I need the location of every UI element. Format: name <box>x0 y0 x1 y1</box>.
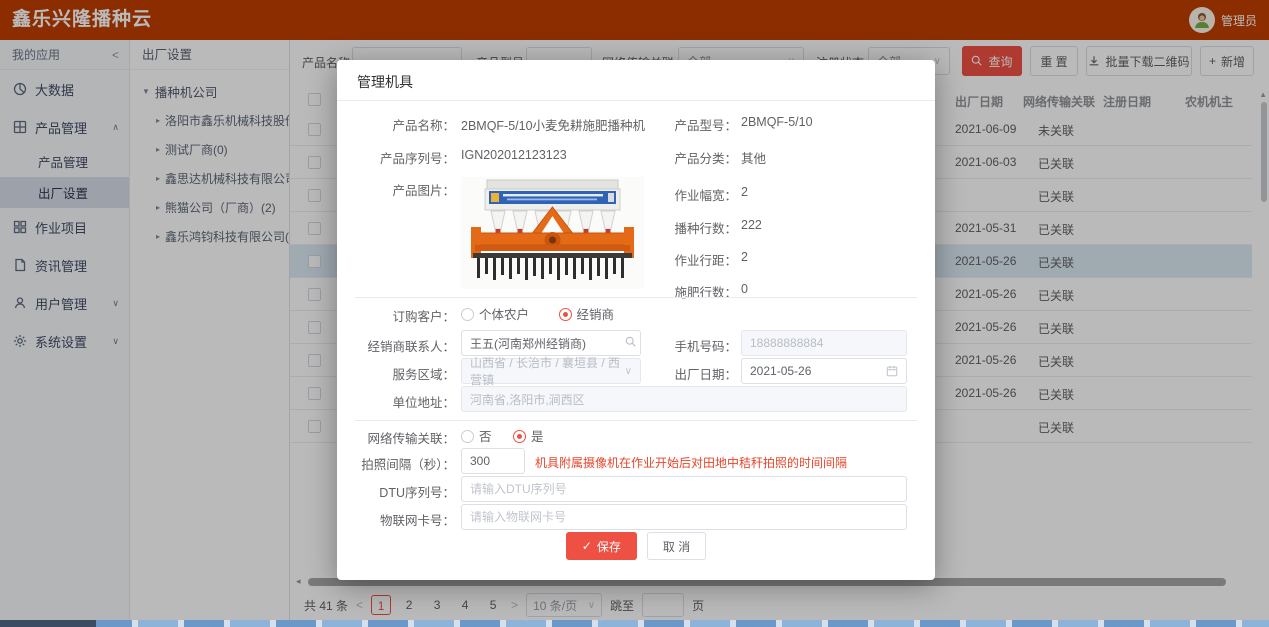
iot-card-input[interactable] <box>461 504 907 530</box>
radio-network-yes[interactable]: 是 <box>513 430 544 444</box>
dtu-serial-label: DTU序列号： <box>337 482 455 501</box>
network-link-label: 网络传输关联： <box>337 428 455 447</box>
button-label: 保存 <box>597 538 621 555</box>
serial-value: IGN202012123123 <box>461 148 567 162</box>
width-label: 作业幅宽： <box>619 185 737 204</box>
radio-label: 经销商 <box>577 308 615 322</box>
radio-dealer[interactable]: 经销商 <box>559 308 615 322</box>
radio-label: 否 <box>479 430 492 444</box>
category-value: 其他 <box>741 148 766 167</box>
divider <box>355 297 917 298</box>
unit-address-input <box>461 386 907 412</box>
photo-interval-hint: 机具附属摄像机在作业开始后对田地中秸秆拍照的时间间隔 <box>535 454 847 471</box>
product-name-value: 2BMQF-5/10小麦免耕施肥播种机 <box>461 115 645 134</box>
radio-icon <box>461 430 474 443</box>
address-label: 单位地址： <box>337 392 455 411</box>
service-region-select: 山西省 / 长治市 / 襄垣县 / 西营镇 ∨ <box>461 358 641 384</box>
spacing-value: 2 <box>741 250 748 264</box>
radio-label: 个体农户 <box>479 308 529 322</box>
dialog-footer: ✓ 保存 取 消 <box>337 532 935 560</box>
dealer-contact-input[interactable] <box>461 330 641 356</box>
check-icon: ✓ <box>582 539 592 553</box>
dialog-title: 管理机具 <box>357 72 413 92</box>
serial-label: 产品序列号： <box>337 148 455 167</box>
model-label: 产品型号： <box>619 115 737 134</box>
photo-interval-label: 拍照间隔（秒）： <box>337 454 455 473</box>
spacing-label: 作业行距： <box>619 250 737 269</box>
app-root: 鑫乐兴隆播种云 管理员 我的应用 < 大数据 产品管理 ∧ <box>0 0 1269 627</box>
radio-label: 是 <box>531 430 544 444</box>
seed-rows-value: 222 <box>741 218 762 232</box>
width-value: 2 <box>741 185 748 199</box>
manage-equipment-dialog: 管理机具 产品名称： 2BMQF-5/10小麦免耕施肥播种机 产品型号： 2BM… <box>337 60 935 580</box>
save-button[interactable]: ✓ 保存 <box>566 532 637 560</box>
radio-network-no[interactable]: 否 <box>461 430 492 444</box>
customer-label: 订购客户： <box>337 306 455 325</box>
category-label: 产品分类： <box>619 148 737 167</box>
calendar-icon <box>886 365 898 377</box>
factory-date-label: 出厂日期： <box>619 364 737 383</box>
select-value: 山西省 / 长治市 / 襄垣县 / 西营镇 <box>470 354 625 388</box>
image-label: 产品图片： <box>337 180 455 199</box>
product-photo <box>461 177 644 289</box>
photo-interval-input[interactable] <box>461 448 525 474</box>
fert-rows-label: 施肥行数： <box>619 282 737 301</box>
divider <box>355 420 917 421</box>
cancel-button[interactable]: 取 消 <box>647 532 706 560</box>
radio-individual-farmer[interactable]: 个体农户 <box>461 308 529 322</box>
customer-radio-group: 个体农户 经销商 <box>461 304 640 323</box>
phone-input <box>741 330 907 356</box>
radio-checked-icon <box>559 308 572 321</box>
divider <box>337 100 935 101</box>
phone-label: 手机号码： <box>619 336 737 355</box>
seed-rows-label: 播种行数： <box>619 218 737 237</box>
fert-rows-value: 0 <box>741 282 748 296</box>
button-label: 取 消 <box>663 538 690 555</box>
network-radio-group: 否 是 <box>461 426 570 445</box>
radio-checked-icon <box>513 430 526 443</box>
os-taskbar[interactable] <box>0 620 1269 627</box>
iot-card-label: 物联网卡号： <box>337 510 455 529</box>
factory-date-input[interactable]: 2021-05-26 <box>741 358 907 384</box>
dealer-label: 经销商联系人： <box>337 336 455 355</box>
region-label: 服务区域： <box>337 364 455 383</box>
date-value: 2021-05-26 <box>750 364 811 378</box>
dtu-serial-input[interactable] <box>461 476 907 502</box>
model-value: 2BMQF-5/10 <box>741 115 813 129</box>
radio-icon <box>461 308 474 321</box>
product-name-label: 产品名称： <box>337 115 455 134</box>
